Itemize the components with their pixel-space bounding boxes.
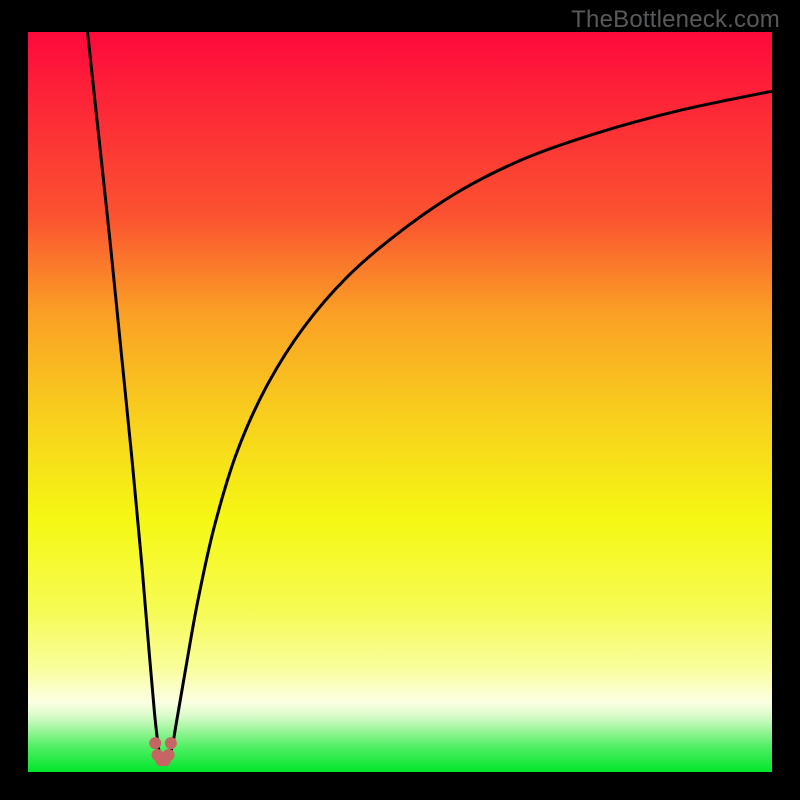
chart-frame: TheBottleneck.com [0,0,800,800]
valley-dot [165,737,177,749]
plot-area [28,32,772,772]
bottleneck-curve [28,32,772,772]
watermark-text: TheBottleneck.com [571,6,780,34]
valley-dots [149,737,177,766]
valley-dot [163,749,175,761]
valley-dot [149,737,161,749]
